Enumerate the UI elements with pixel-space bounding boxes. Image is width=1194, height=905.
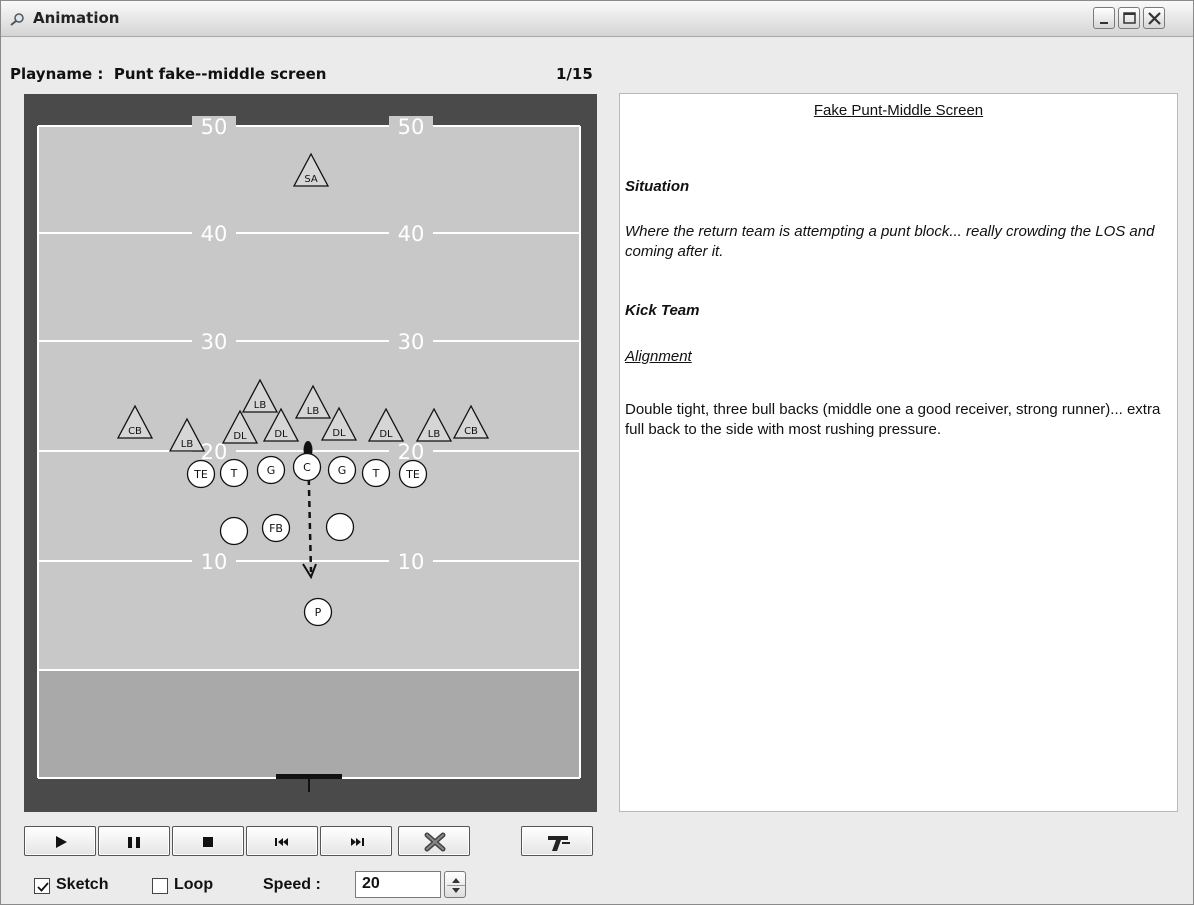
bull-back[interactable] xyxy=(219,516,249,546)
svg-text:DL: DL xyxy=(332,428,346,439)
close-icon xyxy=(1148,12,1161,25)
pause-icon xyxy=(128,837,140,848)
svg-text:LB: LB xyxy=(181,439,194,450)
clear-icon xyxy=(424,832,446,852)
svg-text:C: C xyxy=(303,461,311,474)
svg-text:FB: FB xyxy=(269,522,283,535)
playname-header: Playname : Punt fake--middle screen xyxy=(10,65,326,83)
offense-g[interactable]: G xyxy=(256,455,286,485)
kick-team-title: Kick Team xyxy=(625,302,700,319)
play-button[interactable] xyxy=(24,826,96,856)
bull-back[interactable] xyxy=(325,512,355,542)
yard-label-left: 10 xyxy=(201,550,228,574)
speed-label: Speed : xyxy=(263,876,321,893)
skip-back-icon xyxy=(275,838,288,846)
alignment-text: Double tight, three bull backs (middle o… xyxy=(625,401,1161,438)
skip-back-button[interactable] xyxy=(246,826,318,856)
maximize-button[interactable] xyxy=(1118,7,1140,29)
spinner-arrows-icon xyxy=(447,878,465,893)
yard-label-right: 50 xyxy=(398,115,425,139)
close-button[interactable] xyxy=(1143,7,1165,29)
svg-text:TE: TE xyxy=(193,468,208,481)
svg-text:SA: SA xyxy=(304,174,318,185)
yard-label-right: 10 xyxy=(398,550,425,574)
app-magnifier-icon xyxy=(10,13,24,26)
yard-label-left: 50 xyxy=(201,115,228,139)
play-counter: 1/15 xyxy=(556,65,593,83)
svg-text:DL: DL xyxy=(233,431,247,442)
field-diagram[interactable]: 50 5040 4030 3020 2010 10 SALBLBCBLBDL DL DL DL L… xyxy=(24,94,597,812)
offense-p[interactable]: P xyxy=(303,597,333,627)
pause-button[interactable] xyxy=(98,826,170,856)
notes-heading: Fake Punt-Middle Screen xyxy=(813,102,984,119)
goalpost-crossbar xyxy=(276,774,342,779)
offense-te[interactable]: TE xyxy=(398,459,428,489)
clear-sketch-button[interactable] xyxy=(398,826,470,856)
offense-c[interactable]: C xyxy=(292,452,322,482)
stop-icon xyxy=(203,837,213,847)
yard-label-right: 40 xyxy=(398,222,425,246)
speed-spinner[interactable] xyxy=(444,871,466,898)
svg-text:TE: TE xyxy=(405,468,420,481)
checkmark-icon xyxy=(37,882,49,892)
minimize-button[interactable] xyxy=(1093,7,1115,29)
playname-label: Playname : xyxy=(10,65,104,83)
svg-text:P: P xyxy=(315,606,322,619)
speed-input[interactable]: 20 xyxy=(355,871,441,898)
svg-text:T: T xyxy=(230,467,238,480)
svg-text:G: G xyxy=(338,464,347,477)
window-title: Animation xyxy=(33,9,120,27)
sketch-checkbox[interactable] xyxy=(34,878,50,894)
svg-text:LB: LB xyxy=(428,429,441,440)
svg-text:LB: LB xyxy=(254,400,267,411)
situation-title: Situation xyxy=(625,178,690,195)
svg-text:DL: DL xyxy=(379,429,393,440)
offense-te[interactable]: TE xyxy=(186,459,216,489)
offense-fb[interactable]: FB xyxy=(261,513,291,543)
yard-label-right: 30 xyxy=(398,330,425,354)
loop-label[interactable]: Loop xyxy=(174,876,213,894)
offense-t[interactable]: T xyxy=(361,458,391,488)
minimize-icon xyxy=(1100,22,1108,24)
offense-g[interactable]: G xyxy=(327,455,357,485)
animation-window: Animation Playname : Punt fake--middle s… xyxy=(0,0,1194,905)
maximize-icon xyxy=(1123,12,1136,24)
yard-label-left: 30 xyxy=(201,330,228,354)
sketch-label[interactable]: Sketch xyxy=(56,876,108,894)
playname-value: Punt fake--middle screen xyxy=(113,65,327,83)
play-notes-panel[interactable]: Fake Punt-Middle Screen Situation Where … xyxy=(619,93,1178,812)
loop-checkbox[interactable] xyxy=(152,878,168,894)
svg-text:LB: LB xyxy=(307,406,320,417)
svg-text:CB: CB xyxy=(464,426,478,437)
text-tool-icon xyxy=(548,836,570,851)
svg-text:T: T xyxy=(372,467,380,480)
alignment-title: Alignment xyxy=(625,348,692,365)
offense-t[interactable]: T xyxy=(219,458,249,488)
svg-text:CB: CB xyxy=(128,426,142,437)
skip-forward-icon xyxy=(351,838,364,846)
svg-text:DL: DL xyxy=(274,429,288,440)
skip-forward-button[interactable] xyxy=(320,826,392,856)
text-tool-button[interactable] xyxy=(521,826,593,856)
stop-button[interactable] xyxy=(172,826,244,856)
title-bar[interactable]: Animation xyxy=(1,1,1193,37)
play-field[interactable]: 50 50 40 40 30 30 20 20 10 10 SA LB LB CB LB DL DL DL DL L… xyxy=(24,94,597,812)
yard-label-left: 40 xyxy=(201,222,228,246)
play-icon xyxy=(56,836,67,848)
situation-text: Where the return team is attempting a pu… xyxy=(625,223,1155,260)
svg-text:G: G xyxy=(267,464,276,477)
